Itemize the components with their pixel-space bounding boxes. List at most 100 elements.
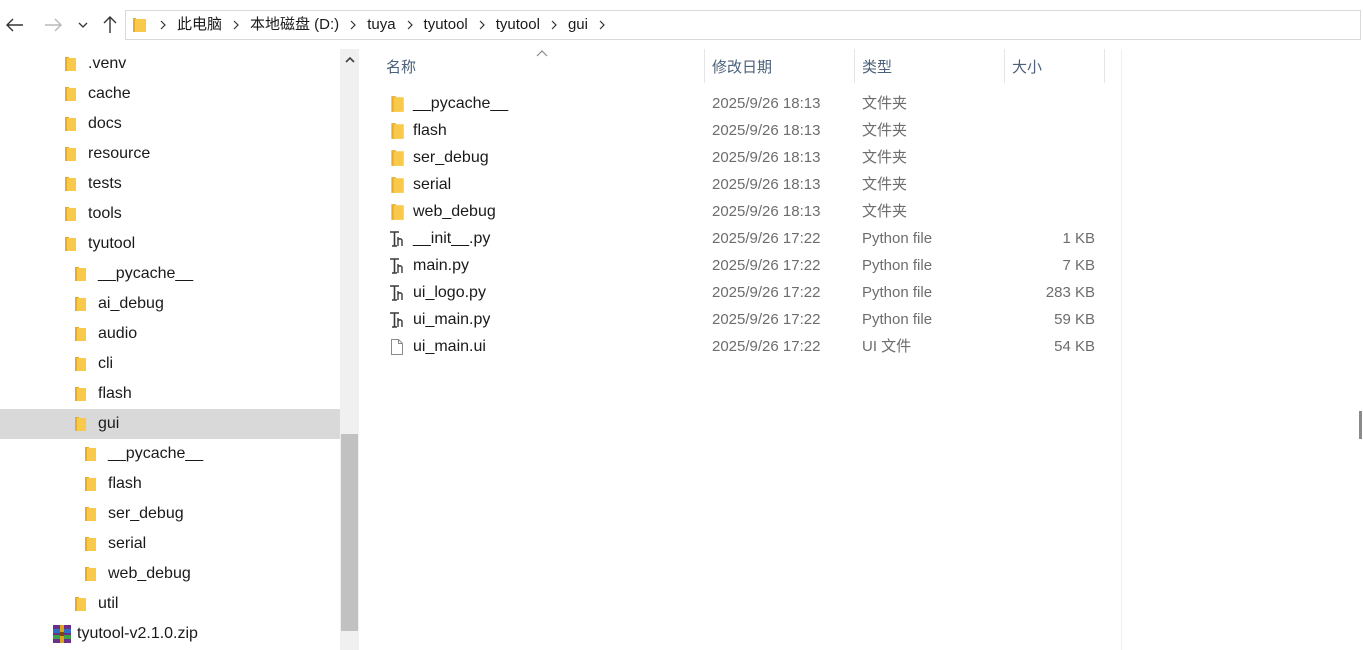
tree-item[interactable]: util — [0, 589, 340, 619]
folder-icon — [75, 387, 86, 401]
file-name: ui_logo.py — [413, 284, 486, 301]
folder-icon — [65, 177, 76, 191]
file-row[interactable]: serial 2025/9/26 18:13 文件夹 — [385, 171, 1105, 198]
tree-item[interactable]: tests — [0, 169, 340, 199]
chevron-right-icon — [160, 20, 166, 30]
file-row[interactable]: ui_logo.py 2025/9/26 17:22 Python file 283 … — [385, 279, 1105, 306]
file-type: 文件夹 — [862, 122, 908, 139]
file-size: 59 KB — [1054, 311, 1095, 328]
tree-item[interactable]: docs — [0, 109, 340, 139]
tree-item-label: util — [98, 595, 119, 612]
file-modified: 2025/9/26 18:13 — [712, 203, 821, 220]
chevron-right-icon — [350, 20, 357, 30]
file-name: main.py — [413, 257, 470, 274]
tree-item-label: flash — [98, 385, 132, 402]
tree-item-label: gui — [98, 415, 120, 432]
tree-item[interactable]: flash — [0, 379, 340, 409]
breadcrumb-item[interactable]: 本地磁盘 (D:) — [245, 11, 344, 39]
tree-item-label: tools — [88, 205, 122, 222]
address-bar[interactable]: 此电脑 本地磁盘 (D:) tuya tyutool tyutool gui — [125, 10, 1361, 40]
folder-icon — [65, 87, 76, 101]
tree-item[interactable]: web_debug — [0, 559, 340, 589]
column-header-name-label: 名称 — [386, 58, 417, 76]
column-divider[interactable] — [854, 49, 855, 83]
tree-item[interactable]: ser_debug — [0, 499, 340, 529]
file-row[interactable]: ser_debug 2025/9/26 18:13 文件夹 — [385, 144, 1105, 171]
file-row[interactable]: main.py 2025/9/26 17:22 Python file 7 KB — [385, 252, 1105, 279]
tree-item[interactable]: cache — [0, 79, 340, 109]
file-type: 文件夹 — [862, 203, 908, 220]
breadcrumb-item[interactable]: tyutool — [419, 11, 473, 39]
breadcrumb-item[interactable]: 此电脑 — [172, 11, 227, 39]
tree-item[interactable]: ai_debug — [0, 289, 340, 319]
breadcrumb-separator[interactable] — [545, 11, 563, 39]
zip-archive-icon — [53, 625, 71, 643]
breadcrumb-item[interactable]: gui — [563, 11, 593, 39]
tree-item[interactable]: tyutool-v2.1.0.zip — [0, 619, 340, 649]
breadcrumb-item[interactable]: tuya — [362, 11, 400, 39]
file-row[interactable]: __init__.py 2025/9/26 17:22 Python file 1 K… — [385, 225, 1105, 252]
column-divider[interactable] — [1104, 49, 1105, 83]
tree-item-label: audio — [98, 325, 138, 342]
python-file-icon — [390, 312, 403, 328]
file-type: Python file — [862, 284, 933, 301]
breadcrumb-separator[interactable] — [473, 11, 491, 39]
folder-icon — [75, 417, 86, 431]
file-modified: 2025/9/26 17:22 — [712, 311, 821, 328]
column-header-type[interactable]: 类型 — [862, 49, 1004, 83]
file-row[interactable]: __pycache__ 2025/9/26 18:13 文件夹 — [385, 90, 1105, 117]
chevron-up-icon — [344, 56, 355, 63]
breadcrumb-separator[interactable] — [227, 11, 245, 39]
tree-item[interactable]: __pycache__ — [0, 439, 340, 469]
breadcrumb-separator[interactable] — [401, 11, 419, 39]
tree-item-label: tests — [88, 175, 122, 192]
navigation-bar: 此电脑 本地磁盘 (D:) tuya tyutool tyutool gui — [0, 0, 1363, 50]
up-button[interactable] — [97, 10, 123, 40]
file-type: UI 文件 — [862, 338, 912, 355]
folder-icon — [75, 597, 86, 611]
column-header-modified-label: 修改日期 — [712, 58, 773, 76]
scroll-thumb[interactable] — [341, 434, 358, 631]
tree-item[interactable]: cli — [0, 349, 340, 379]
window-edge-marker — [1359, 411, 1362, 439]
python-file-icon — [390, 285, 403, 301]
tree-item-label: web_debug — [108, 565, 191, 582]
tree-item[interactable]: .venv — [0, 49, 340, 79]
tree-item[interactable]: serial — [0, 529, 340, 559]
column-header-modified[interactable]: 修改日期 — [712, 49, 854, 83]
column-header-name[interactable]: 名称 — [386, 49, 704, 83]
file-row[interactable]: ui_main.ui 2025/9/26 17:22 UI 文件 54 KB — [385, 333, 1105, 360]
file-row[interactable]: web_debug 2025/9/26 18:13 文件夹 — [385, 198, 1105, 225]
tree-item[interactable]: audio — [0, 319, 340, 349]
column-divider[interactable] — [704, 49, 705, 83]
navigation-pane-scrollbar[interactable] — [340, 49, 359, 650]
recent-locations-button[interactable] — [71, 10, 95, 40]
tree-item[interactable]: tyutool — [0, 229, 340, 259]
column-header-size[interactable]: 大小 — [1012, 49, 1104, 83]
breadcrumb: 此电脑 本地磁盘 (D:) tuya tyutool tyutool gui — [154, 11, 611, 39]
tree-item-label: resource — [88, 145, 151, 162]
arrow-right-icon — [45, 18, 62, 32]
back-button[interactable] — [2, 10, 28, 40]
breadcrumb-separator[interactable] — [344, 11, 362, 39]
file-modified: 2025/9/26 18:13 — [712, 176, 821, 193]
tree-item[interactable]: gui — [0, 409, 340, 439]
file-modified: 2025/9/26 17:22 — [712, 257, 821, 274]
chevron-right-icon — [407, 20, 413, 30]
file-row[interactable]: ui_main.py 2025/9/26 17:22 Python file 59 K… — [385, 306, 1105, 333]
file-type: 文件夹 — [862, 176, 908, 193]
file-row[interactable]: flash 2025/9/26 18:13 文件夹 — [385, 117, 1105, 144]
column-divider[interactable] — [1004, 49, 1005, 83]
file-size: 1 KB — [1062, 230, 1095, 247]
forward-button[interactable] — [40, 10, 66, 40]
tree-item[interactable]: resource — [0, 139, 340, 169]
tree-item[interactable]: tools — [0, 199, 340, 229]
scroll-up-button[interactable] — [340, 49, 359, 69]
breadcrumb-separator[interactable] — [154, 11, 172, 39]
folder-icon — [85, 567, 96, 581]
tree-item[interactable]: flash — [0, 469, 340, 499]
breadcrumb-item[interactable]: tyutool — [491, 11, 545, 39]
tree-item[interactable]: __pycache__ — [0, 259, 340, 289]
column-header-type-label: 类型 — [862, 58, 893, 76]
breadcrumb-separator[interactable] — [593, 11, 611, 39]
